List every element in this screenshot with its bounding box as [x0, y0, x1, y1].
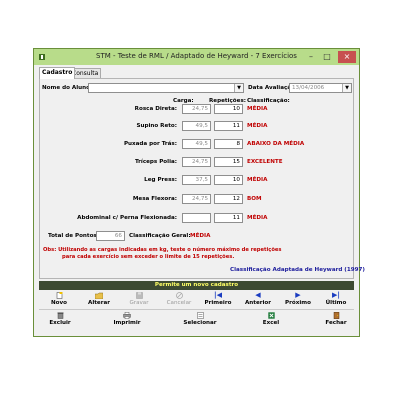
carga-field[interactable]: 24,75: [182, 104, 211, 114]
repeticoes-field[interactable]: 8: [214, 139, 243, 149]
exercise-label: Abdominal c/ Perna Flexionada:: [77, 215, 177, 221]
previous-record-icon: ◀: [255, 291, 261, 299]
aluno-select[interactable]: ▼: [88, 83, 244, 93]
selecionar-label: Selecionar: [183, 320, 217, 326]
classification-value: MÉDIA: [247, 215, 268, 221]
repeticoes-field[interactable]: 15: [214, 157, 243, 167]
imprimir-label: Imprimir: [113, 320, 141, 326]
exercise-label: Puxada por Trás:: [123, 141, 177, 147]
action-toolbar: Excluir Imprimir Selecionar Excel Fechar: [39, 311, 354, 328]
repeticoes-field[interactable]: 11: [214, 213, 243, 223]
gravar-button[interactable]: Gravar: [121, 291, 157, 308]
app-window: STM - Teste de RML / Adaptado de Heyward…: [33, 48, 365, 337]
novo-button[interactable]: Novo: [41, 291, 77, 308]
carga-field[interactable]: 24,75: [182, 157, 211, 167]
exercise-label: Supino Reto:: [136, 123, 177, 129]
excel-button[interactable]: Excel: [252, 311, 290, 328]
geral-label: Classificação Geral:: [129, 233, 191, 239]
print-icon: [123, 312, 132, 320]
ultimo-label: Último: [325, 300, 347, 306]
exercise-label: Tríceps Polia:: [134, 159, 177, 165]
chevron-down-icon[interactable]: ▼: [342, 84, 351, 92]
maximize-icon[interactable]: □: [320, 51, 334, 63]
classification-value: ABAIXO DA MÉDIA: [247, 141, 305, 147]
cadastro-panel: Nome do Aluno: ▼ Data Avaliação: 13/04/2…: [39, 78, 365, 279]
obs-line-2: para cada exercício sem exceder o limite…: [62, 254, 235, 260]
carga-field[interactable]: 49,5: [182, 121, 211, 131]
anterior-label: Anterior: [244, 300, 272, 306]
fechar-label: Fechar: [325, 320, 347, 326]
heyward-link[interactable]: Classificação Adaptada de Heyward (1997): [230, 267, 365, 273]
excel-icon: [267, 312, 276, 319]
next-record-icon: ▶: [295, 291, 301, 299]
repeticoes-field[interactable]: 11: [214, 121, 243, 131]
title-bar[interactable]: STM - Teste de RML / Adaptado de Heyward…: [34, 49, 359, 65]
close-icon[interactable]: ×: [338, 51, 356, 63]
exercise-label: Mesa Flexora:: [132, 196, 177, 202]
select-icon: [196, 312, 205, 319]
carga-field[interactable]: [182, 213, 211, 223]
total-label: Total de Pontos:: [48, 233, 99, 239]
geral-value: MÉDIA: [190, 233, 211, 239]
minimize-icon[interactable]: –: [304, 51, 318, 63]
save-icon: [135, 292, 144, 299]
novo-label: Novo: [50, 300, 67, 306]
total-field: 66: [96, 231, 125, 241]
carga-field[interactable]: 24,75: [182, 194, 211, 204]
primeiro-label: Primeiro: [204, 300, 232, 306]
delete-icon: [56, 312, 65, 319]
chevron-down-icon[interactable]: ▼: [234, 84, 243, 92]
new-document-icon: [55, 292, 64, 299]
status-bar: Permite um novo cadastro: [39, 281, 354, 290]
primeiro-button[interactable]: |◀ Primeiro: [199, 291, 237, 308]
carga-field[interactable]: 49,5: [182, 139, 211, 149]
excluir-label: Excluir: [49, 320, 71, 326]
excluir-button[interactable]: Excluir: [41, 311, 79, 328]
close-door-icon: [332, 312, 341, 319]
alterar-button[interactable]: Alterar: [81, 291, 117, 308]
classification-value: MÉDIA: [247, 177, 268, 183]
proximo-label: Próximo: [285, 300, 311, 306]
excel-label: Excel: [262, 320, 280, 326]
obs-line-1: Obs: Utilizando as cargas indicadas em k…: [43, 247, 282, 253]
fechar-button[interactable]: Fechar: [318, 311, 354, 328]
edit-folder-icon: [94, 292, 104, 300]
cancelar-button[interactable]: Cancelar: [161, 291, 197, 308]
selecionar-button[interactable]: Selecionar: [178, 311, 222, 328]
classificacao-header: Classificação:: [247, 98, 290, 104]
nav-toolbar: Novo Alterar Gravar Cancelar |◀ Primeiro…: [39, 291, 354, 308]
exercise-label: Rosca Direta:: [134, 106, 177, 112]
data-value: 13/04/2006: [292, 85, 325, 91]
anterior-button[interactable]: ◀ Anterior: [240, 291, 276, 308]
classification-value: MÉDIA: [247, 123, 268, 129]
carga-field[interactable]: 37,5: [182, 175, 211, 185]
alterar-label: Alterar: [87, 300, 110, 306]
classification-value: MÉDIA: [247, 106, 268, 112]
repeticoes-field[interactable]: 10: [214, 104, 243, 114]
repeticoes-field[interactable]: 10: [214, 175, 243, 185]
toolbar-divider: [39, 309, 354, 310]
cancelar-label: Cancelar: [166, 300, 192, 306]
first-record-icon: |◀: [214, 291, 222, 299]
last-record-icon: ▶|: [332, 291, 340, 299]
cancel-icon: [175, 292, 184, 299]
proximo-button[interactable]: ▶ Próximo: [280, 291, 316, 308]
classification-value: BOM: [247, 196, 262, 202]
aluno-label: Nome do Aluno:: [42, 85, 93, 91]
gravar-label: Gravar: [129, 300, 149, 306]
imprimir-button[interactable]: Imprimir: [107, 311, 147, 328]
tab-cadastro[interactable]: Cadastro: [39, 67, 76, 79]
repeticoes-field[interactable]: 12: [214, 194, 243, 204]
data-picker[interactable]: 13/04/2006 ▼: [289, 83, 352, 93]
ultimo-button[interactable]: ▶| Último: [319, 291, 353, 308]
classification-value: EXCELENTE: [247, 159, 283, 165]
exercise-label: Leg Press:: [144, 177, 177, 183]
